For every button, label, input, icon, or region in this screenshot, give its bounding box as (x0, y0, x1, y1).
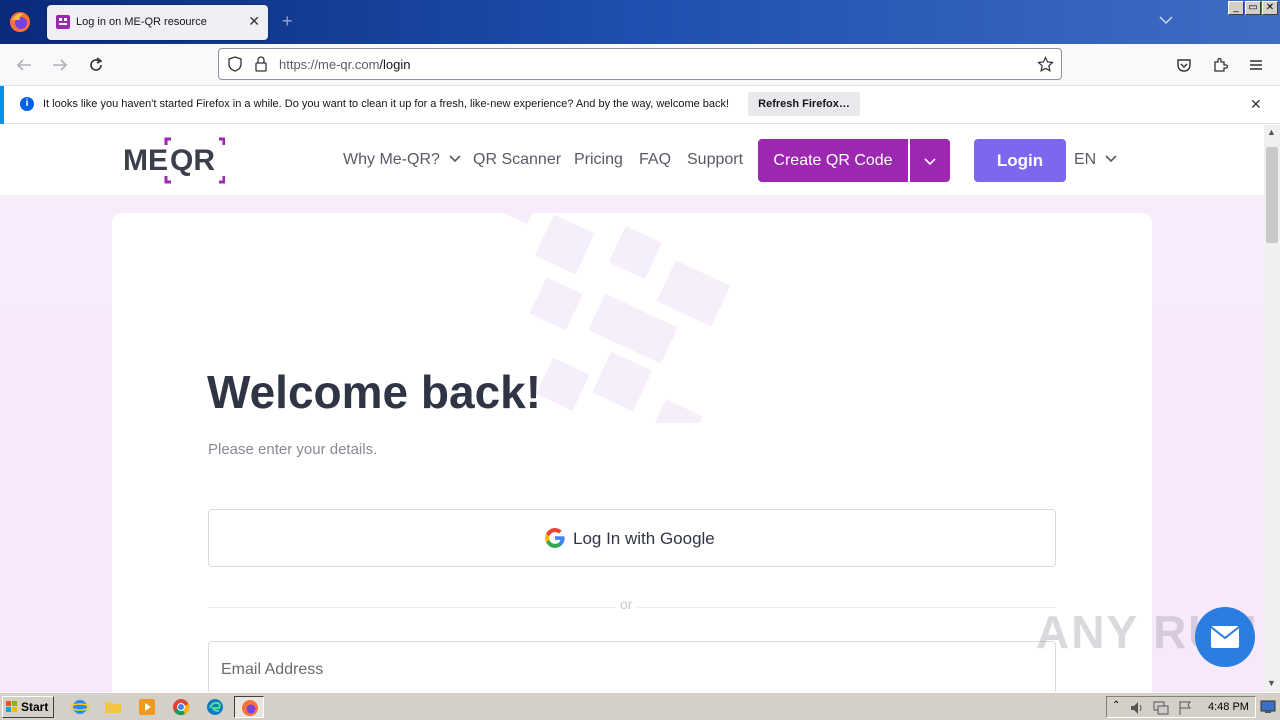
network-icon[interactable] (1153, 700, 1169, 716)
scroll-down-icon[interactable]: ▼ (1267, 678, 1276, 688)
edge-icon[interactable] (206, 698, 224, 716)
site-header: ME QR Why Me-QR? QR Scanner Pricing FAQ … (0, 125, 1264, 195)
extensions-icon[interactable] (1211, 56, 1229, 74)
login-card: Welcome back! Please enter your details.… (112, 213, 1152, 692)
nav-pricing[interactable]: Pricing (574, 151, 623, 169)
internet-explorer-icon[interactable] (71, 698, 89, 716)
start-label: Start (21, 700, 49, 714)
hamburger-menu-icon[interactable] (1247, 56, 1265, 74)
tab-close-icon[interactable]: ✕ (248, 13, 260, 29)
svg-text:QR: QR (170, 144, 215, 177)
web-page: ME QR Why Me-QR? QR Scanner Pricing FAQ … (0, 125, 1264, 692)
refresh-firefox-button[interactable]: Refresh Firefox… (748, 92, 860, 116)
folder-icon[interactable] (104, 698, 122, 716)
notification-bar: i It looks like you haven't started Fire… (0, 86, 1280, 124)
tab-title: Log in on ME-QR resource (76, 16, 207, 28)
language-selector[interactable]: EN (1074, 151, 1118, 169)
new-tab-icon[interactable]: + (282, 12, 293, 30)
chevron-down-icon (449, 155, 461, 163)
url-text: https://me-qr.com/login (279, 57, 411, 72)
meqr-favicon-icon (56, 15, 70, 29)
restore-button[interactable]: ▭ (1245, 1, 1261, 15)
google-login-button[interactable]: Log In with Google (208, 509, 1056, 567)
meqr-logo[interactable]: ME QR (123, 137, 225, 184)
shield-icon[interactable] (227, 56, 243, 72)
page-subtitle: Please enter your details. (208, 441, 378, 458)
window-controls: _ ▭ ✕ (1228, 1, 1278, 15)
divider-or-text: or (616, 596, 637, 612)
google-login-label: Log In with Google (573, 529, 715, 548)
close-window-button[interactable]: ✕ (1262, 1, 1278, 15)
tray-expand-icon[interactable]: ⌃ (1112, 700, 1120, 711)
nav-qr-scanner[interactable]: QR Scanner (473, 151, 561, 169)
chevron-down-icon[interactable] (1158, 14, 1174, 26)
taskbar: Start ⌃ 4:48 PM (0, 692, 1280, 720)
speaker-icon[interactable] (1129, 700, 1145, 716)
scroll-thumb[interactable] (1266, 147, 1278, 243)
email-field[interactable] (208, 641, 1056, 692)
create-qr-dropdown-button[interactable] (910, 139, 950, 182)
forward-arrow-icon[interactable] (51, 56, 69, 74)
clock: 4:48 PM (1208, 701, 1249, 713)
bookmark-star-icon[interactable] (1037, 56, 1054, 73)
browser-navbar: https://me-qr.com/login (0, 44, 1280, 86)
info-icon: i (20, 97, 34, 111)
svg-text:ME: ME (123, 144, 168, 177)
browser-titlebar: Log in on ME-QR resource ✕ + _ ▭ ✕ (0, 0, 1280, 44)
scroll-up-icon[interactable]: ▲ (1267, 127, 1276, 137)
chevron-down-icon (1105, 155, 1117, 163)
firefox-icon[interactable] (8, 10, 32, 34)
chrome-icon[interactable] (172, 698, 190, 716)
pocket-icon[interactable] (1175, 56, 1193, 74)
nav-faq[interactable]: FAQ (639, 151, 671, 169)
start-button[interactable]: Start (2, 696, 54, 718)
notification-message: It looks like you haven't started Firefo… (43, 98, 730, 110)
flag-icon[interactable] (1177, 700, 1193, 716)
reload-icon[interactable] (87, 56, 105, 74)
taskbar-firefox-active[interactable] (234, 696, 264, 718)
login-button[interactable]: Login (974, 139, 1066, 182)
chevron-down-icon (924, 158, 936, 166)
google-icon (545, 528, 565, 548)
nav-why-meqr[interactable]: Why Me-QR? (343, 151, 462, 169)
browser-tab-active[interactable]: Log in on ME-QR resource ✕ (47, 5, 268, 40)
media-player-icon[interactable] (138, 698, 156, 716)
close-icon[interactable]: ✕ (1250, 96, 1262, 113)
lock-icon[interactable] (254, 56, 268, 72)
mail-icon (1210, 626, 1240, 648)
page-scrollbar[interactable]: ▲ ▼ (1264, 125, 1280, 692)
chat-button[interactable] (1195, 607, 1255, 667)
show-desktop-icon[interactable] (1260, 700, 1276, 714)
nav-support[interactable]: Support (687, 151, 743, 169)
minimize-button[interactable]: _ (1228, 1, 1244, 15)
create-qr-code-button[interactable]: Create QR Code (758, 139, 908, 182)
notification-accent (0, 86, 4, 124)
page-title: Welcome back! (207, 366, 542, 418)
url-bar[interactable]: https://me-qr.com/login (218, 48, 1062, 80)
back-arrow-icon[interactable] (15, 56, 33, 74)
firefox-icon (242, 700, 258, 716)
windows-logo-icon (6, 701, 17, 712)
